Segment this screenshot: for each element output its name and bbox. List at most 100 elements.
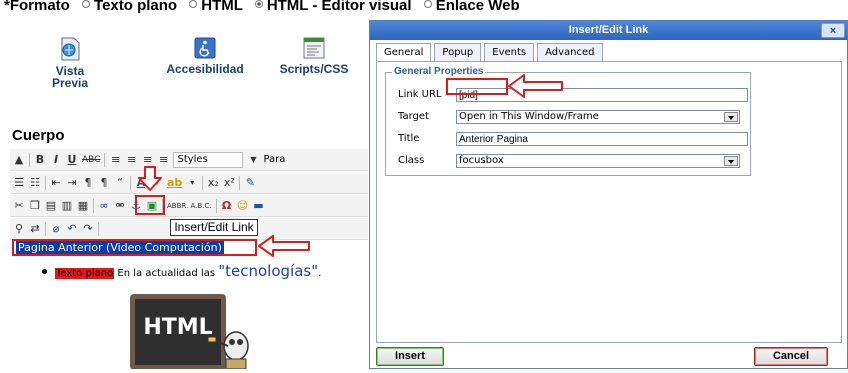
toolbar-separator bbox=[239, 175, 241, 190]
target-select-value: Open in This Window/Frame bbox=[459, 111, 599, 122]
preview-button[interactable]: Vista Previa bbox=[40, 36, 100, 89]
link-url-highlight bbox=[446, 78, 508, 95]
title-input[interactable] bbox=[456, 132, 748, 146]
bullet-text: En la actualidad las bbox=[117, 268, 216, 279]
indent-icon[interactable]: ⇥ bbox=[66, 176, 78, 190]
section-title-cuerpo: Cuerpo bbox=[12, 127, 65, 144]
styles-dropdown[interactable]: Styles bbox=[173, 151, 244, 168]
special-char-icon[interactable]: Ω bbox=[221, 199, 233, 213]
preview-label: Vista Previa bbox=[51, 64, 89, 90]
numbered-list-icon[interactable]: ☷ bbox=[29, 176, 41, 190]
bold-button[interactable]: B bbox=[34, 153, 46, 167]
chalkboard-text: HTML bbox=[143, 315, 212, 340]
fieldset-legend: General Properties bbox=[392, 66, 486, 78]
format-option-html-editor-visual[interactable]: HTML - Editor visual bbox=[267, 0, 412, 14]
format-option-texto-plano[interactable]: Texto plano bbox=[94, 0, 177, 14]
superscript-icon[interactable]: x² bbox=[223, 176, 235, 190]
tab-popup[interactable]: Popup bbox=[434, 43, 482, 61]
radio-html[interactable] bbox=[189, 0, 198, 8]
paragraph-dropdown[interactable]: Para bbox=[263, 154, 285, 165]
chevron-down-icon[interactable] bbox=[724, 112, 738, 122]
class-row: Class bbox=[398, 154, 448, 168]
class-select-value: focusbox bbox=[459, 155, 504, 166]
paste-word-icon[interactable]: ▦ bbox=[77, 199, 89, 213]
strikethrough-button[interactable]: ABC bbox=[82, 153, 100, 167]
format-option-enlace-web[interactable]: Enlace Web bbox=[436, 0, 520, 14]
bullet-highlight: "tecnologías" bbox=[218, 262, 319, 280]
rtl-icon[interactable]: ¶ bbox=[98, 176, 110, 190]
cut-icon[interactable]: ✂ bbox=[13, 199, 25, 213]
collapse-icon[interactable]: ▲ bbox=[13, 153, 25, 167]
cancel-button[interactable]: Cancel bbox=[754, 347, 828, 366]
chevron-down-icon[interactable] bbox=[724, 156, 738, 166]
general-tab-panel: General Properties Link URL Target Open … bbox=[376, 61, 842, 343]
tab-general[interactable]: General bbox=[376, 43, 432, 62]
dialog-tabs: General Popup Events Advanced bbox=[376, 43, 603, 62]
copy-icon[interactable]: ❐ bbox=[29, 199, 41, 213]
cleanup-icon[interactable]: ⌀ bbox=[50, 222, 62, 236]
undo-icon[interactable]: ↶ bbox=[66, 222, 78, 236]
insert-button[interactable]: Insert bbox=[376, 347, 444, 366]
format-option-html[interactable]: HTML bbox=[201, 0, 242, 14]
format-label: *Formato bbox=[4, 0, 70, 14]
scripts-css-label: Scripts/CSS bbox=[279, 62, 349, 76]
toolbar-separator bbox=[93, 198, 94, 213]
scripts-icon bbox=[303, 37, 325, 59]
accessibility-icon bbox=[194, 37, 216, 59]
insert-edit-link-dialog: Insert/Edit Link × General Popup Events … bbox=[369, 20, 848, 369]
tab-events[interactable]: Events bbox=[484, 43, 535, 61]
radio-texto-plano[interactable] bbox=[82, 0, 91, 8]
close-icon[interactable]: × bbox=[821, 23, 845, 38]
html-mascot-image: HTML bbox=[128, 292, 249, 370]
accessibility-label: Accesibilidad bbox=[166, 62, 244, 76]
link-icon[interactable]: ∞ bbox=[98, 199, 110, 213]
radio-enlace-web[interactable] bbox=[423, 0, 432, 8]
toolbar-separator bbox=[130, 175, 131, 190]
redo-icon[interactable]: ↷ bbox=[82, 222, 94, 236]
align-left-icon[interactable]: ≡ bbox=[109, 153, 121, 167]
preview-icon bbox=[61, 37, 80, 61]
radio-html-editor-visual[interactable] bbox=[254, 0, 263, 8]
unlink-icon[interactable]: ⚮ bbox=[114, 199, 126, 213]
horizontal-rule-icon[interactable]: ▬ bbox=[253, 199, 265, 213]
down-arrow-annotation-icon bbox=[138, 166, 162, 191]
subscript-icon[interactable]: x₂ bbox=[207, 176, 219, 190]
emoticon-icon[interactable]: ☺ bbox=[237, 199, 249, 213]
paste-text-icon[interactable]: ▥ bbox=[61, 199, 73, 213]
paste-icon[interactable]: ▤ bbox=[45, 199, 57, 213]
highlight-color-icon[interactable]: ab bbox=[167, 176, 182, 190]
underline-button[interactable]: U bbox=[66, 153, 78, 167]
blockquote-icon[interactable]: “ bbox=[114, 176, 126, 190]
bullet-tail: . bbox=[318, 268, 322, 279]
replace-icon[interactable]: ⇄ bbox=[29, 222, 41, 236]
scripts-css-button[interactable]: Scripts/CSS bbox=[272, 36, 356, 75]
class-label: Class bbox=[398, 155, 425, 166]
insert-edit-link-tooltip: Insert/Edit Link bbox=[170, 219, 258, 236]
target-select[interactable]: Open in This Window/Frame bbox=[456, 110, 740, 124]
abbr-icon[interactable]: ABBR. A.B.C. bbox=[167, 199, 212, 213]
outdent-icon[interactable]: ⇤ bbox=[50, 176, 62, 190]
general-properties-fieldset: General Properties Link URL Target Open … bbox=[385, 66, 751, 176]
bullet-list-icon[interactable]: ☰ bbox=[13, 176, 25, 190]
edit-css-icon[interactable]: ✎ bbox=[244, 176, 256, 190]
selected-text-highlight bbox=[12, 239, 257, 256]
toolbar-row-1: ▲ B I U ABC ≡ ≡ ≡ ≡ Styles ▼ Para bbox=[10, 149, 368, 171]
chevron-down-icon[interactable]: ▾ bbox=[186, 176, 198, 190]
target-row: Target bbox=[398, 110, 448, 124]
left-arrow-annotation-icon bbox=[258, 235, 310, 257]
target-label: Target bbox=[398, 111, 429, 122]
italic-button[interactable]: I bbox=[50, 153, 62, 167]
toolbar-separator bbox=[29, 152, 30, 167]
format-row: *Formato Texto plano HTML HTML - Editor … bbox=[4, 0, 520, 16]
accessibility-button[interactable]: Accesibilidad bbox=[160, 36, 250, 75]
toolbar-separator bbox=[45, 221, 46, 236]
title-row: Title bbox=[398, 132, 448, 146]
find-icon[interactable]: ⚲ bbox=[13, 222, 25, 236]
content-bullet: Texto plano En la actualidad las "tecnol… bbox=[42, 263, 321, 282]
link-url-label: Link URL bbox=[398, 89, 442, 100]
chevron-down-icon[interactable]: ▼ bbox=[247, 153, 259, 167]
tab-advanced[interactable]: Advanced bbox=[537, 43, 603, 61]
class-select[interactable]: focusbox bbox=[456, 154, 740, 168]
ltr-icon[interactable]: ¶ bbox=[82, 176, 94, 190]
bullet-label: Texto plano bbox=[55, 268, 115, 279]
